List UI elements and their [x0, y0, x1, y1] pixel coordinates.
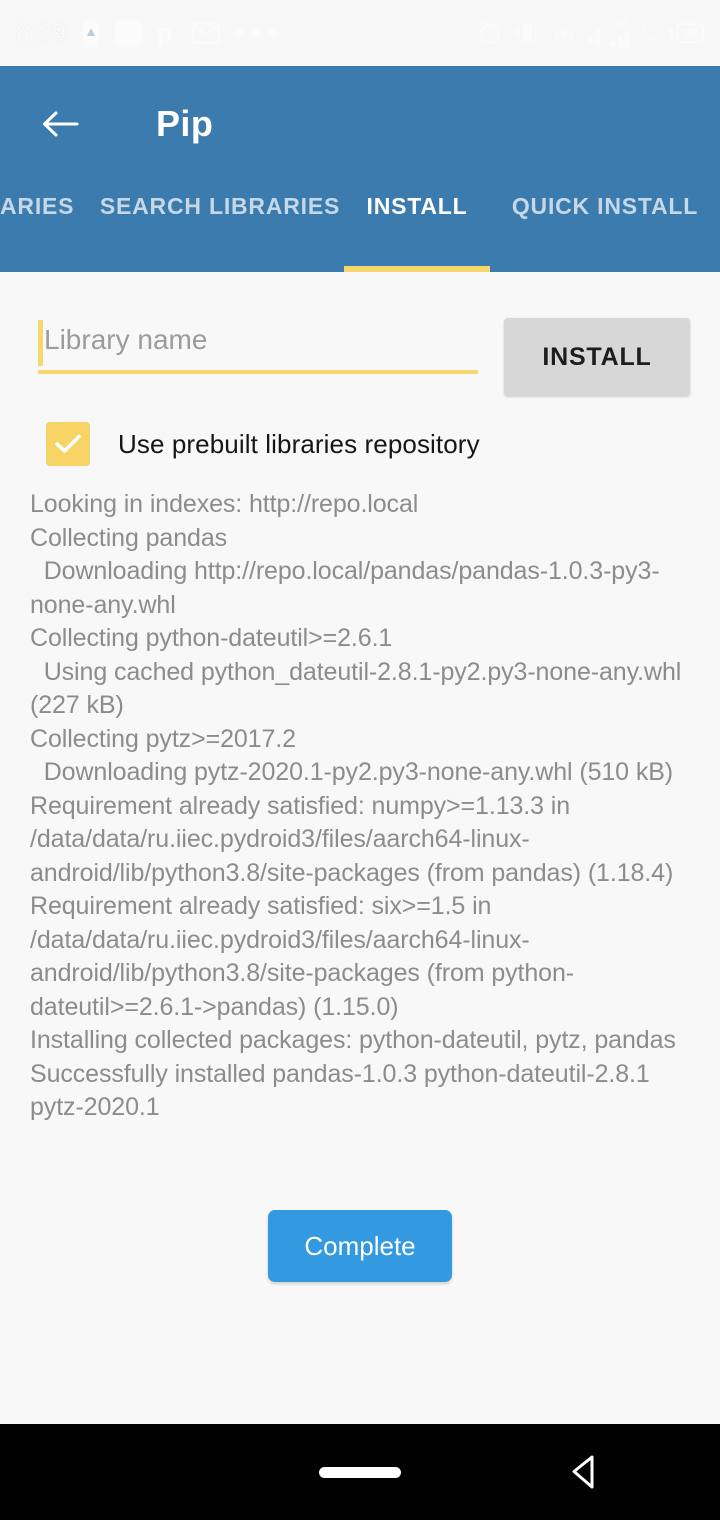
- library-name-field-wrapper: [38, 318, 478, 374]
- tab-label: INSTALL: [366, 193, 468, 219]
- pip-output-log: Looking in indexes: http://repo.local Co…: [30, 490, 682, 1121]
- tab-search-libraries[interactable]: SEARCH LIBRARIES: [96, 181, 344, 272]
- page-title: Pip: [156, 102, 214, 144]
- gmail-icon: [191, 22, 220, 44]
- status-time: 8:09: [16, 18, 67, 47]
- nav-back-triangle-icon[interactable]: [562, 1449, 608, 1495]
- app-screen: 8:09 p 4G 1.5 K/s 90 Pip ARIES SEARCH LI…: [0, 0, 720, 1520]
- prebuilt-repo-label: Use prebuilt libraries repository: [118, 428, 480, 459]
- status-bar: 8:09 p 4G 1.5 K/s 90: [0, 0, 720, 66]
- battery-level: 90: [676, 23, 704, 43]
- tab-label: ARIES: [0, 193, 75, 219]
- prebuilt-repo-checkbox[interactable]: [46, 422, 90, 466]
- arrow-left-icon[interactable]: [38, 102, 82, 146]
- network-speed-indicator: 1.5 K/s: [641, 21, 658, 45]
- complete-button[interactable]: Complete: [268, 1210, 452, 1282]
- status-bar-left: 8:09 p: [16, 18, 278, 48]
- tab-label: QUICK INSTALL: [511, 193, 699, 219]
- install-form-row: INSTALL: [0, 272, 720, 396]
- signal-4g-icon: 4G: [611, 18, 631, 47]
- tab-quick-install[interactable]: QUICK INSTALL: [490, 181, 720, 272]
- network-speed-unit: K/s: [641, 32, 659, 46]
- home-pill-icon[interactable]: [319, 1466, 401, 1478]
- signal-icon: [588, 22, 601, 44]
- status-bar-right: 4G 1.5 K/s 90: [477, 19, 704, 47]
- install-button[interactable]: INSTALL: [504, 318, 690, 396]
- library-name-input[interactable]: [38, 318, 478, 374]
- install-tab-content: INSTALL Use prebuilt libraries repositor…: [0, 272, 720, 1424]
- app-bar: Pip ARIES SEARCH LIBRARIES INSTALL QUICK…: [0, 66, 720, 272]
- hotspot-icon: [551, 20, 577, 46]
- network-type-label: 4G: [613, 18, 628, 30]
- svg-text:p: p: [156, 18, 173, 48]
- battery-icon: 90: [669, 23, 704, 43]
- more-dots-icon: [233, 28, 278, 38]
- android-navigation-bar: [0, 1424, 720, 1520]
- p-app-icon: p: [156, 18, 178, 48]
- battery-alert-icon: [81, 19, 101, 47]
- tab-libraries[interactable]: ARIES: [0, 181, 96, 272]
- alarm-icon: [477, 20, 503, 46]
- text-caret: [38, 320, 43, 366]
- tab-label: SEARCH LIBRARIES: [99, 193, 341, 219]
- app-bar-top: Pip: [0, 66, 720, 181]
- tab-bar: ARIES SEARCH LIBRARIES INSTALL QUICK INS…: [0, 181, 720, 272]
- tab-install[interactable]: INSTALL: [344, 181, 490, 272]
- vibrate-icon: [514, 21, 540, 45]
- square-app-icon: [114, 19, 142, 47]
- prebuilt-repo-row[interactable]: Use prebuilt libraries repository: [0, 396, 720, 466]
- complete-button-wrapper: Complete: [0, 1210, 720, 1282]
